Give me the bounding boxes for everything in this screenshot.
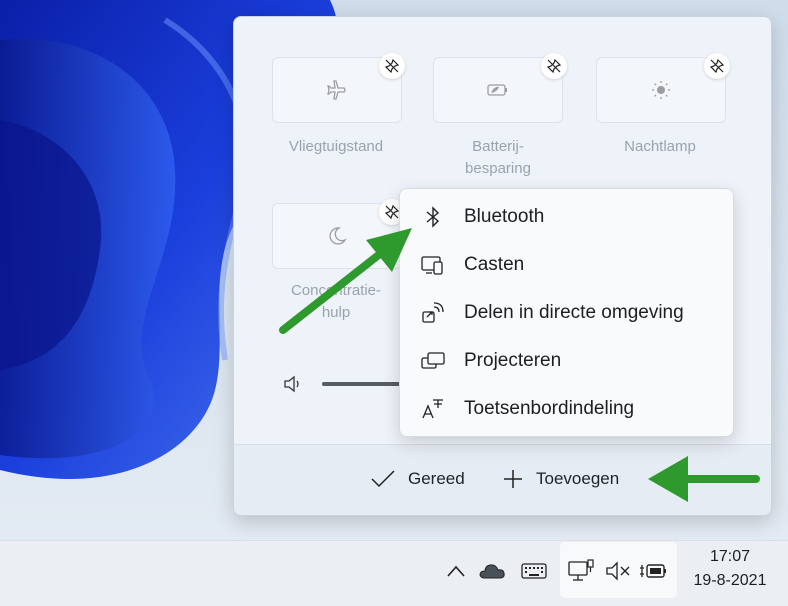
airplane-icon [327, 80, 346, 100]
show-hidden-icons-button[interactable] [444, 560, 468, 582]
cast-icon [421, 256, 443, 275]
network-icon [568, 559, 594, 581]
nearby-share-icon [422, 302, 444, 323]
menu-item-label: Delen in directe omgeving [464, 302, 684, 323]
clock-time[interactable]: 17:07 [680, 548, 780, 566]
menu-item-label: Projecteren [464, 350, 562, 371]
moon-icon [329, 227, 347, 245]
volume-icon[interactable] [282, 374, 304, 399]
clock-date[interactable]: 19-8-2021 [680, 572, 780, 590]
unpin-icon [546, 58, 562, 74]
volume-muted-tray-icon [604, 560, 632, 582]
tile-label-battery: Batterij- besparing [465, 138, 531, 177]
checkmark-icon [371, 470, 395, 488]
unpin-battery-button[interactable] [541, 53, 567, 79]
chevron-up-icon [447, 565, 465, 577]
unpin-night-light-button[interactable] [704, 53, 730, 79]
unpin-icon [384, 58, 400, 74]
touch-keyboard-button[interactable] [520, 560, 548, 582]
project-icon [421, 352, 445, 369]
add-quick-setting-menu: Bluetooth Casten Delen in directe omgevi… [399, 188, 734, 437]
menu-item-bluetooth[interactable]: Bluetooth [400, 195, 733, 239]
speaker-muted-icon [606, 561, 630, 581]
bluetooth-icon [426, 206, 440, 228]
cloud-icon [479, 564, 505, 579]
keyboard-layout-icon [422, 399, 443, 419]
menu-item-nearby-share[interactable]: Delen in directe omgeving [400, 291, 733, 335]
menu-item-label: Casten [464, 254, 525, 275]
add-label: Toevoegen [536, 469, 620, 488]
battery-saver-icon [487, 84, 507, 96]
add-button[interactable]: Toevoegen [502, 468, 619, 490]
plus-icon [504, 470, 522, 488]
done-label: Gereed [408, 469, 465, 488]
tile-label-airplane: Vliegtuigstand [288, 138, 384, 155]
tile-label-night-light: Nachtlamp [624, 138, 696, 155]
unpin-icon [709, 58, 725, 74]
menu-item-label: Toetsenbordindeling [464, 398, 635, 419]
menu-item-project[interactable]: Projecteren [400, 339, 733, 383]
menu-item-cast[interactable]: Casten [400, 243, 733, 287]
network-tray-icon [567, 558, 595, 584]
tile-label-focus-assist: Concentratie- hulp [290, 282, 382, 321]
battery-charging-icon [640, 564, 666, 578]
unpin-icon [384, 204, 400, 220]
brightness-icon [652, 81, 670, 99]
menu-item-keyboard-layout[interactable]: Toetsenbordindeling [400, 387, 733, 431]
onedrive-tray-button[interactable] [478, 560, 506, 582]
menu-item-label: Bluetooth [464, 206, 545, 227]
battery-tray-icon [640, 558, 668, 584]
keyboard-icon [521, 563, 547, 579]
unpin-airplane-button[interactable] [379, 53, 405, 79]
done-button[interactable]: Gereed [370, 468, 465, 490]
